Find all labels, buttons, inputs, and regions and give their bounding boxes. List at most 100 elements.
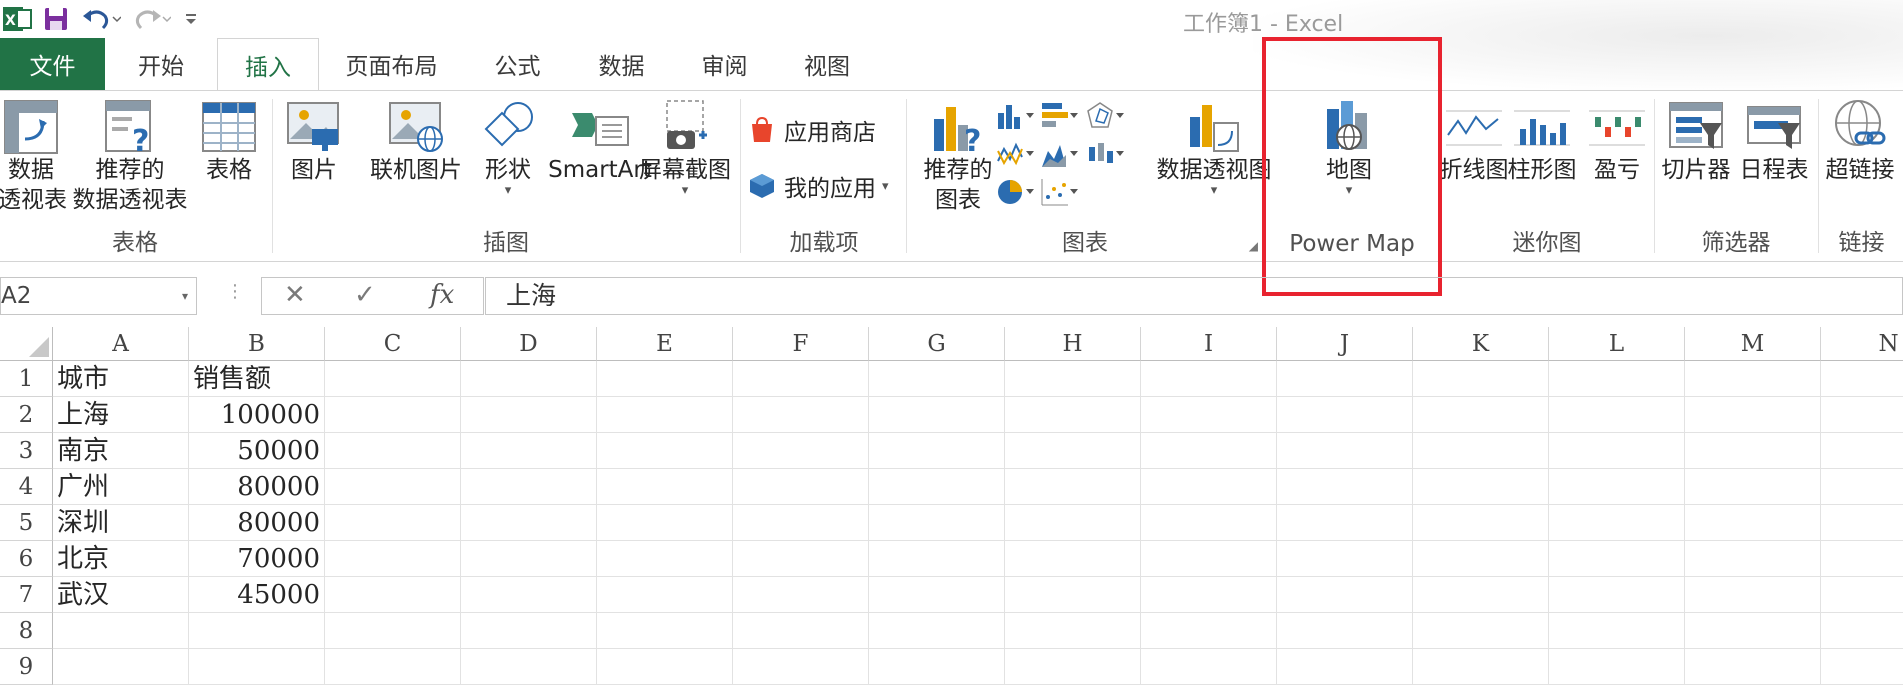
cell[interactable]: 上海: [53, 397, 189, 433]
cell[interactable]: [461, 541, 597, 577]
column-header[interactable]: J: [1277, 327, 1413, 361]
tab-file[interactable]: 文件: [0, 38, 105, 90]
cell[interactable]: [1685, 613, 1821, 649]
tab-view[interactable]: 视图: [777, 38, 877, 90]
redo-icon[interactable]: [126, 0, 176, 38]
cell[interactable]: [1141, 613, 1277, 649]
cell[interactable]: [1005, 541, 1141, 577]
cell[interactable]: [1685, 541, 1821, 577]
cell[interactable]: [733, 649, 869, 685]
cell[interactable]: [1549, 649, 1685, 685]
row-header[interactable]: 3: [0, 433, 53, 469]
cell[interactable]: 80000: [189, 505, 325, 541]
cell[interactable]: [869, 613, 1005, 649]
cell[interactable]: 80000: [189, 469, 325, 505]
cell[interactable]: [1413, 469, 1549, 505]
cell[interactable]: [597, 541, 733, 577]
cell[interactable]: [1821, 433, 1903, 469]
cell[interactable]: [325, 613, 461, 649]
cell[interactable]: 销售额: [189, 361, 325, 397]
cell[interactable]: [461, 433, 597, 469]
cell[interactable]: [733, 613, 869, 649]
column-header[interactable]: E: [597, 327, 733, 361]
cell[interactable]: [1277, 613, 1413, 649]
cell[interactable]: [1277, 469, 1413, 505]
cell[interactable]: [1277, 649, 1413, 685]
cell[interactable]: [1821, 541, 1903, 577]
cell[interactable]: [869, 541, 1005, 577]
cell[interactable]: [869, 361, 1005, 397]
cell[interactable]: [1685, 397, 1821, 433]
row-header[interactable]: 9: [0, 649, 53, 685]
cell[interactable]: [1005, 505, 1141, 541]
cell[interactable]: [1549, 541, 1685, 577]
recommended-pivot-button[interactable]: ? 推荐的 数据透视表: [70, 99, 190, 215]
cell[interactable]: [1821, 577, 1903, 613]
row-header[interactable]: 6: [0, 541, 53, 577]
cell[interactable]: [733, 361, 869, 397]
cell[interactable]: [869, 649, 1005, 685]
tab-data[interactable]: 数据: [571, 38, 672, 90]
cell[interactable]: [1413, 649, 1549, 685]
cell[interactable]: [1413, 361, 1549, 397]
slicer-button[interactable]: 切片器: [1658, 99, 1734, 185]
column-header[interactable]: D: [461, 327, 597, 361]
cell[interactable]: [597, 613, 733, 649]
cell[interactable]: [1821, 397, 1903, 433]
cell[interactable]: 城市: [53, 361, 189, 397]
cell[interactable]: [597, 361, 733, 397]
cell[interactable]: [1141, 433, 1277, 469]
dialog-launcher-icon[interactable]: ◢: [1249, 239, 1258, 253]
cell[interactable]: [1549, 361, 1685, 397]
cell[interactable]: [1685, 505, 1821, 541]
tab-page-layout[interactable]: 页面布局: [319, 38, 464, 90]
cell[interactable]: [325, 577, 461, 613]
cell[interactable]: [733, 541, 869, 577]
row-header[interactable]: 5: [0, 505, 53, 541]
cell[interactable]: [1141, 577, 1277, 613]
cell[interactable]: 70000: [189, 541, 325, 577]
column-header[interactable]: G: [869, 327, 1005, 361]
table-button[interactable]: 表格: [196, 99, 262, 185]
cell[interactable]: [1549, 577, 1685, 613]
cell[interactable]: [1005, 649, 1141, 685]
cell[interactable]: [1549, 613, 1685, 649]
cell[interactable]: [1685, 433, 1821, 469]
column-header[interactable]: A: [53, 327, 189, 361]
cell[interactable]: [1277, 433, 1413, 469]
cell[interactable]: [1549, 397, 1685, 433]
cell[interactable]: [461, 613, 597, 649]
cell[interactable]: [869, 397, 1005, 433]
name-box-dropdown-icon[interactable]: ▾: [182, 278, 188, 314]
cell[interactable]: [597, 577, 733, 613]
cell[interactable]: [325, 649, 461, 685]
cell[interactable]: [1413, 505, 1549, 541]
column-header[interactable]: M: [1685, 327, 1821, 361]
cell[interactable]: [597, 433, 733, 469]
cell[interactable]: 南京: [53, 433, 189, 469]
cell[interactable]: [1821, 649, 1903, 685]
column-header[interactable]: F: [733, 327, 869, 361]
cell[interactable]: [325, 505, 461, 541]
column-chart-icon[interactable]: [996, 101, 1036, 135]
cell[interactable]: [461, 469, 597, 505]
recommended-charts-button[interactable]: ? 推荐的 图表: [918, 99, 998, 215]
store-button[interactable]: 应用商店: [748, 113, 876, 147]
cell[interactable]: [1005, 397, 1141, 433]
tab-insert[interactable]: 插入: [217, 38, 319, 90]
cell[interactable]: [1821, 469, 1903, 505]
my-apps-button[interactable]: 我的应用 ▾: [748, 169, 889, 203]
row-header[interactable]: 4: [0, 469, 53, 505]
cell[interactable]: [1277, 361, 1413, 397]
cell[interactable]: [1821, 505, 1903, 541]
cell[interactable]: [869, 469, 1005, 505]
cell[interactable]: [325, 433, 461, 469]
timeline-button[interactable]: 日程表: [1736, 99, 1812, 185]
cell[interactable]: [1821, 613, 1903, 649]
cell[interactable]: [1821, 361, 1903, 397]
cell[interactable]: 45000: [189, 577, 325, 613]
cell[interactable]: [1277, 541, 1413, 577]
cell[interactable]: [1005, 469, 1141, 505]
picture-button[interactable]: 图片: [282, 99, 346, 185]
cell[interactable]: [1685, 577, 1821, 613]
